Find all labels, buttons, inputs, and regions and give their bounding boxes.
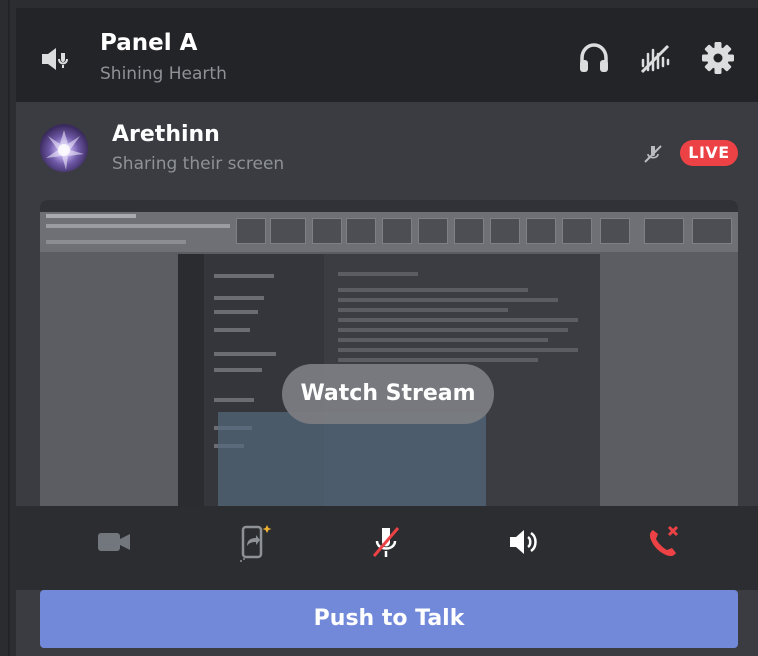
hang-up-icon (649, 525, 679, 557)
participant-row[interactable]: Arethinn Sharing their screen LIVE (16, 102, 758, 198)
live-badge: LIVE (680, 140, 738, 166)
mic-muted-icon (642, 143, 664, 165)
speaker-volume-icon (510, 530, 537, 554)
video-camera-icon (98, 533, 130, 551)
voice-header: Panel A Shining Hearth (16, 8, 758, 102)
volume-button[interactable] (504, 522, 544, 562)
left-strip (0, 0, 10, 656)
push-to-talk-button[interactable]: Push to Talk (40, 590, 738, 648)
watch-stream-button[interactable]: Watch Stream (282, 364, 494, 424)
noise-suppression-button[interactable] (638, 40, 674, 76)
server-name: Shining Hearth (100, 64, 227, 84)
stream-preview[interactable] (40, 200, 738, 520)
mute-button[interactable] (366, 522, 406, 562)
voice-panel: Panel A Shining Hearth Arethinn Sharing … (16, 8, 758, 656)
channel-title: Panel A (100, 30, 198, 56)
avatar (40, 124, 88, 172)
microphone-muted-icon (372, 527, 400, 557)
speaker-sign-icon (40, 45, 76, 73)
participant-status: Sharing their screen (112, 154, 285, 174)
headphones-icon (580, 43, 608, 72)
noise-suppression-icon (640, 44, 670, 74)
video-button[interactable] (94, 522, 134, 562)
screen-share-button[interactable] (234, 522, 274, 562)
disconnect-button[interactable] (644, 522, 684, 562)
headphones-button[interactable] (576, 40, 612, 76)
call-controls (16, 506, 758, 590)
participant-name: Arethinn (112, 122, 220, 147)
settings-button[interactable] (700, 40, 736, 76)
screen-share-icon (240, 525, 272, 562)
gear-icon (702, 42, 734, 74)
stream-app-toolbar (40, 200, 738, 252)
left-strip-edge (8, 0, 10, 656)
